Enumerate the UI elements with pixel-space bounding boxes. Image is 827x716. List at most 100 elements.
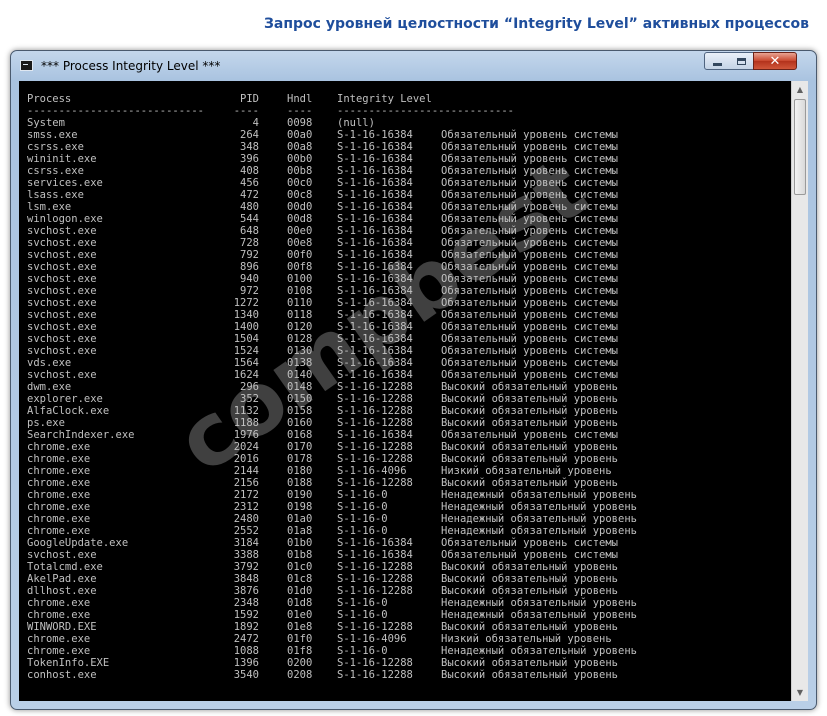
process-row: csrss.exe 408 00b8 S-1-16-16384 Обязательный… — [27, 165, 637, 177]
maximize-icon — [736, 57, 746, 65]
integrity-sid: S-1-16-16384 — [337, 309, 413, 321]
console-window[interactable]: *** Process Integrity Level *** ✕ Proces… — [10, 50, 817, 710]
process-name: csrss.exe — [27, 141, 84, 153]
integrity-sid: S-1-16-16384 — [337, 273, 413, 285]
integrity-description: Ненадежный обязательный уровень — [441, 597, 637, 609]
integrity-description: Высокий обязательный уровень — [441, 381, 619, 393]
scroll-up-arrow-icon: ▲ — [796, 85, 804, 94]
process-name: chrome.exe — [27, 513, 91, 525]
maximize-button[interactable] — [729, 52, 754, 70]
integrity-description: Обязательный уровень системы — [441, 345, 619, 357]
close-icon: ✕ — [769, 53, 781, 69]
close-button[interactable]: ✕ — [753, 52, 797, 70]
process-row: chrome.exe 2348 01d8 S-1-16-0 Ненадежный обя… — [27, 597, 637, 609]
process-name: SearchIndexer.exe — [27, 429, 135, 441]
process-name: dwm.exe — [27, 381, 72, 393]
vertical-scrollbar[interactable]: ▲ ▼ — [791, 81, 808, 701]
integrity-sid: S-1-16-0 — [337, 489, 388, 501]
header-hndl: Hndl — [287, 93, 313, 105]
process-pid: 3792 — [233, 561, 259, 573]
integrity-description: Высокий обязательный уровень — [441, 441, 619, 453]
integrity-sid: S-1-16-16384 — [337, 153, 413, 165]
integrity-description: Высокий обязательный уровень — [441, 669, 619, 681]
integrity-sid: S-1-16-16384 — [337, 261, 413, 273]
integrity-description: Обязательный уровень системы — [441, 189, 619, 201]
process-pid: 296 — [240, 381, 259, 393]
integrity-description: Обязательный уровень системы — [441, 369, 619, 381]
process-name: System — [27, 117, 65, 129]
scroll-up-button[interactable]: ▲ — [792, 81, 808, 98]
integrity-sid: S-1-16-16384 — [337, 177, 413, 189]
process-handle: 01f0 — [287, 633, 313, 645]
integrity-description: Низкий обязательный уровень — [441, 633, 612, 645]
process-handle: 00c0 — [287, 177, 313, 189]
process-name: WINWORD.EXE — [27, 621, 97, 633]
process-name: wininit.exe — [27, 153, 97, 165]
process-row: AlfaClock.exe 1132 0158 S-1-16-12288 Высокий… — [27, 405, 637, 417]
integrity-sid: S-1-16-16384 — [337, 321, 413, 333]
process-pid: 1400 — [233, 321, 259, 333]
process-handle: 0160 — [287, 417, 313, 429]
integrity-description: Обязательный уровень системы — [441, 225, 619, 237]
process-name: chrome.exe — [27, 453, 91, 465]
process-row: svchost.exe 1624 0140 S-1-16-16384 Обязатель… — [27, 369, 637, 381]
process-row: lsass.exe 472 00c8 S-1-16-16384 Обязательный… — [27, 189, 637, 201]
process-handle: 00a0 — [287, 129, 313, 141]
process-name: conhost.exe — [27, 669, 97, 681]
integrity-description: Ненадежный обязательный уровень — [441, 513, 637, 525]
minimize-button[interactable] — [704, 52, 730, 70]
process-handle: 0098 — [287, 117, 313, 129]
process-name: csrss.exe — [27, 165, 84, 177]
integrity-sid: S-1-16-16384 — [337, 225, 413, 237]
process-handle: 01a0 — [287, 513, 313, 525]
integrity-description: Обязательный уровень системы — [441, 429, 619, 441]
process-list: System 4 0098 (null) smss.exe 264 00a0 S-1-16-1… — [27, 117, 637, 681]
header-integrity: Integrity Level — [337, 93, 432, 105]
process-pid: 648 — [240, 225, 259, 237]
process-name: chrome.exe — [27, 489, 91, 501]
process-pid: 408 — [240, 165, 259, 177]
process-handle: 01c0 — [287, 561, 313, 573]
integrity-sid: S-1-16-12288 — [337, 393, 413, 405]
integrity-description: Обязательный уровень системы — [441, 285, 619, 297]
integrity-description: Обязательный уровень системы — [441, 309, 619, 321]
process-handle: 0148 — [287, 381, 313, 393]
console-output-area[interactable]: Process PID Hndl Integrity Level ----------… — [19, 81, 808, 701]
process-handle: 00f0 — [287, 249, 313, 261]
process-row: services.exe 456 00c0 S-1-16-16384 Обязатель… — [27, 177, 637, 189]
process-name: svchost.exe — [27, 369, 97, 381]
console-app-icon — [20, 60, 33, 71]
process-pid: 480 — [240, 201, 259, 213]
process-handle: 00e0 — [287, 225, 313, 237]
process-pid: 2172 — [233, 489, 259, 501]
title-bar[interactable]: *** Process Integrity Level *** ✕ — [11, 51, 816, 81]
integrity-sid: S-1-16-16384 — [337, 297, 413, 309]
scroll-down-button[interactable]: ▼ — [792, 684, 808, 701]
integrity-sid: S-1-16-12288 — [337, 573, 413, 585]
header-pid: PID — [240, 93, 259, 105]
process-pid: 348 — [240, 141, 259, 153]
process-pid: 3848 — [233, 573, 259, 585]
process-name: chrome.exe — [27, 477, 91, 489]
process-name: lsass.exe — [27, 189, 84, 201]
integrity-sid: S-1-16-16384 — [337, 369, 413, 381]
integrity-sid: S-1-16-16384 — [337, 285, 413, 297]
integrity-sid: S-1-16-0 — [337, 513, 388, 525]
process-row: winlogon.exe 544 00d8 S-1-16-16384 Обязатель… — [27, 213, 637, 225]
integrity-sid: S-1-16-12288 — [337, 441, 413, 453]
process-pid: 1340 — [233, 309, 259, 321]
process-handle: 00c8 — [287, 189, 313, 201]
process-row: explorer.exe 352 0150 S-1-16-12288 Высокий о… — [27, 393, 637, 405]
scroll-thumb[interactable] — [794, 99, 806, 195]
process-name: winlogon.exe — [27, 213, 103, 225]
process-pid: 1892 — [233, 621, 259, 633]
process-name: svchost.exe — [27, 249, 97, 261]
integrity-description: Ненадежный обязательный уровень — [441, 645, 637, 657]
process-name: svchost.exe — [27, 309, 97, 321]
separator-process: ---------------------------- — [27, 105, 205, 117]
process-handle: 0120 — [287, 321, 313, 333]
process-row: chrome.exe 2480 01a0 S-1-16-0 Ненадежный обя… — [27, 513, 637, 525]
process-pid: 1976 — [233, 429, 259, 441]
process-name: chrome.exe — [27, 609, 91, 621]
process-name: svchost.exe — [27, 273, 97, 285]
